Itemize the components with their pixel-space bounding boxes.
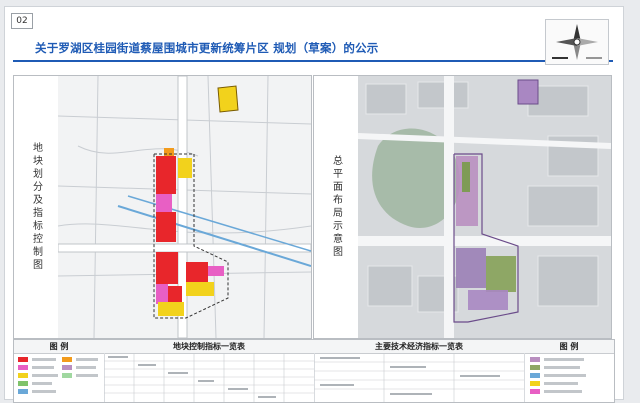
title-divider [13,60,613,62]
legend-left-heading: 图 例 [14,340,105,354]
legend-right-heading: 图 例 [524,340,614,354]
legend-right [524,353,614,402]
master-plan-panel: 总平面布局示意图 [313,75,612,339]
plot-table [104,353,315,402]
plot-table-heading: 地块控制指标一览表 [104,340,315,354]
compass-icon [545,19,609,65]
poster-title: 关于罗湖区桂园街道蔡屋围城市更新统筹片区 规划（草案）的公示 [35,41,379,55]
info-strip: 图 例 地块控制指标一览表 主要技术经济指标一览表 图 例 [13,339,615,403]
tech-table-heading: 主要技术经济指标一览表 [314,340,525,354]
master-plan-map[interactable] [358,76,611,338]
legend-left [14,353,105,402]
master-plan-label: 总平面布局示意图 [314,76,359,338]
page-number: 02 [11,13,33,29]
plot-control-panel: 地块划分及指标控制图 [13,75,312,339]
tech-table [314,353,525,402]
plot-control-label: 地块划分及指标控制图 [14,76,59,338]
zoning-map[interactable] [58,76,311,338]
poster-board: 02 关于罗湖区桂园街道蔡屋围城市更新统筹片区 规划（草案）的公示 地块划分及指… [4,6,624,403]
